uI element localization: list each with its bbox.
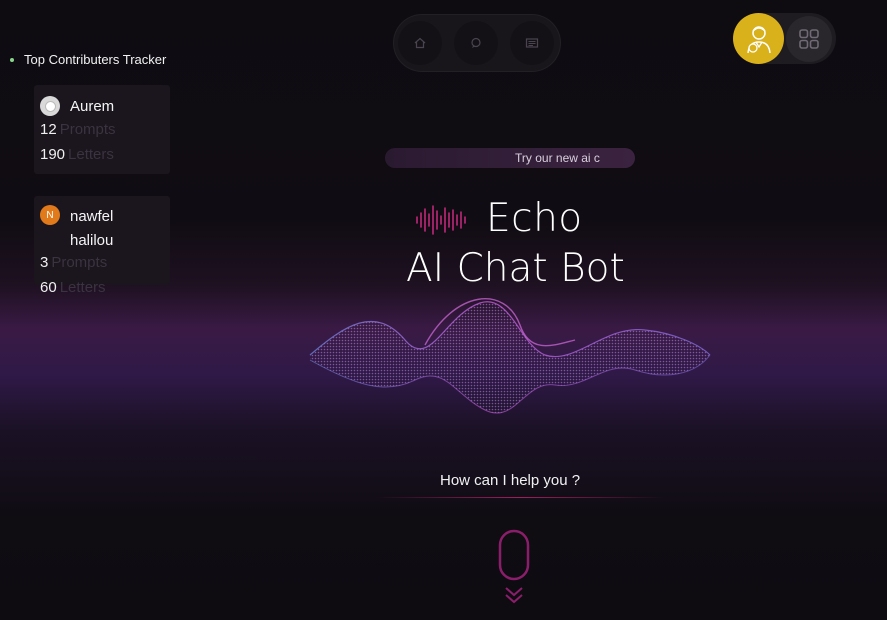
prompts-count: 12 — [40, 121, 57, 138]
contributor-name-first: nawfel — [70, 208, 114, 225]
home-icon — [414, 37, 426, 49]
hero-title: Echo — [486, 196, 583, 241]
news-icon — [525, 38, 539, 48]
contributor-name: Aurem — [70, 98, 115, 115]
letters-count: 60 — [40, 279, 57, 296]
soundwave-icon — [416, 205, 466, 235]
chat-icon — [471, 37, 481, 48]
profile-button[interactable] — [733, 13, 784, 64]
contributor-prompts: 3 Prompts — [40, 254, 107, 271]
prompts-count: 3 — [40, 254, 49, 271]
user-support-icon — [746, 25, 771, 53]
tracker-title: Top Contributers Tracker — [10, 52, 166, 67]
contributor-prompts: 12 Prompts — [40, 121, 116, 138]
letters-label: Letters — [68, 146, 114, 163]
mic-button[interactable] — [498, 529, 530, 581]
prompts-label: Prompts — [51, 254, 108, 271]
prompt-underline — [375, 497, 665, 498]
scroll-down-button[interactable] — [504, 585, 524, 605]
banner-text: Try our new ai c — [515, 151, 600, 165]
grid-icon — [799, 29, 819, 49]
user-avatar-icon — [40, 96, 60, 116]
letters-label: Letters — [59, 279, 106, 296]
mic-icon — [498, 529, 530, 581]
contributor-letters: 190 Letters — [40, 146, 114, 163]
chat-button[interactable] — [454, 21, 498, 65]
bullet-icon — [10, 57, 14, 62]
wave-graphic — [309, 298, 711, 414]
letters-count: 190 — [40, 146, 66, 163]
top-nav — [394, 15, 560, 71]
chevron-down-icon — [505, 587, 523, 604]
menu-grid-button[interactable] — [786, 16, 832, 62]
contributor-letters: 60 Letters — [40, 279, 106, 296]
news-button[interactable] — [510, 21, 554, 65]
home-button[interactable] — [398, 21, 442, 65]
help-prompt: How can I help you ? — [440, 472, 581, 489]
announcement-banner[interactable]: Try our new ai c — [385, 148, 635, 168]
prompts-label: Prompts — [59, 121, 116, 138]
initial-avatar: N — [40, 205, 60, 225]
contributor-name-last: halilou — [70, 232, 114, 249]
tracker-title-text: Top Contributers Tracker — [24, 52, 167, 67]
